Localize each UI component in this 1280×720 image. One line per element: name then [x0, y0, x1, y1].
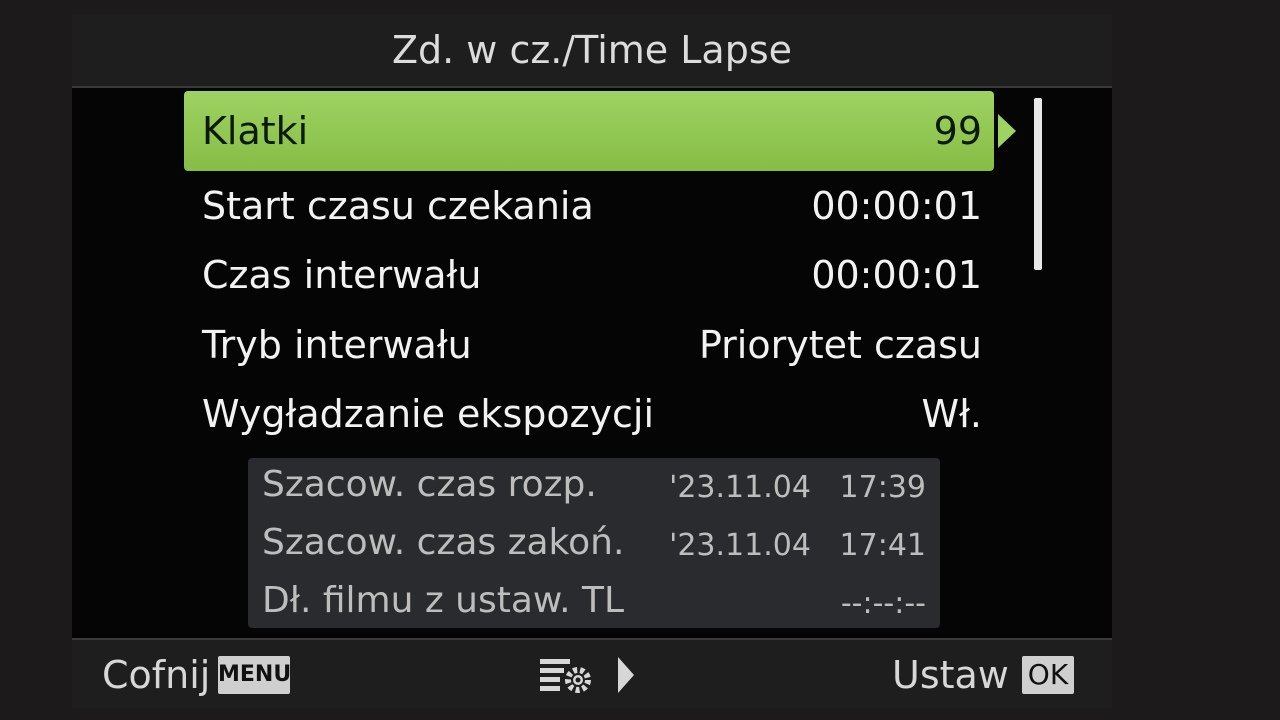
page-title: Zd. w cz./Time Lapse: [391, 28, 793, 72]
info-value: '23.11.04 17:39: [669, 470, 926, 505]
back-label: Cofnij: [102, 653, 211, 697]
menu-item-value: Priorytet czasu: [698, 323, 982, 367]
menu-item-label: Klatki: [202, 109, 309, 153]
chevron-right-icon: [618, 657, 634, 693]
info-row-movie-length: Dł. filmu z ustaw. TL --:--:--: [262, 574, 926, 630]
info-row-end: Szacow. czas zakoń. '23.11.04 17:41: [262, 516, 926, 572]
info-row-start: Szacow. czas rozp. '23.11.04 17:39: [262, 458, 926, 514]
info-value: --:--:--: [840, 586, 926, 621]
menu-item-value: 00:00:01: [811, 184, 982, 228]
menu-item-label: Tryb interwału: [202, 323, 472, 367]
info-label: Szacow. czas zakoń.: [262, 522, 625, 563]
menu-item-start-wait[interactable]: Start czasu czekania 00:00:01: [184, 170, 994, 242]
info-label: Dł. filmu z ustaw. TL: [262, 580, 625, 621]
menu-item-value: Wł.: [921, 392, 982, 436]
menu-item-interval-mode[interactable]: Tryb interwału Priorytet czasu: [184, 309, 994, 381]
menu-item-label: Start czasu czekania: [202, 184, 594, 228]
set-label: Ustaw: [892, 653, 1009, 697]
menu-settings-icon[interactable]: [538, 656, 598, 694]
title-bar: Zd. w cz./Time Lapse: [72, 14, 1112, 88]
info-value: '23.11.04 17:41: [669, 528, 926, 563]
estimate-info-box: Szacow. czas rozp. '23.11.04 17:39 Szaco…: [248, 458, 940, 628]
menu-item-label: Czas interwału: [202, 253, 482, 297]
menu-item-interval-time[interactable]: Czas interwału 00:00:01: [184, 239, 994, 311]
menu-item-label: Wygładzanie ekspozycji: [202, 392, 655, 436]
menu-item-exposure-smoothing[interactable]: Wygładzanie ekspozycji Wł.: [184, 378, 994, 450]
menu-item-frames[interactable]: Klatki 99: [184, 91, 994, 171]
menu-item-value: 99: [933, 109, 982, 153]
menu-item-value: 00:00:01: [811, 253, 982, 297]
info-label: Szacow. czas rozp.: [262, 464, 597, 505]
ok-key-badge: OK: [1022, 656, 1074, 694]
scrollbar[interactable]: [1034, 98, 1042, 270]
menu-key-badge: MENU: [218, 656, 291, 694]
chevron-right-icon: [998, 114, 1016, 148]
footer-bar: Cofnij MENU Ustaw OK: [72, 638, 1112, 708]
